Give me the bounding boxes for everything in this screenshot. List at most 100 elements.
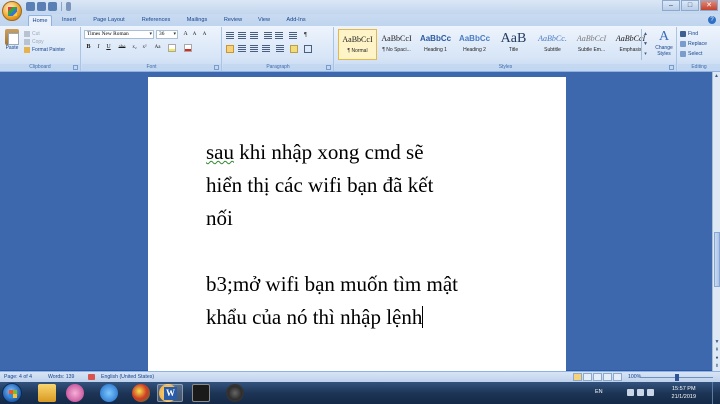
styles-launcher-icon[interactable]	[669, 65, 674, 70]
align-right-icon[interactable]	[250, 45, 258, 53]
undo-icon[interactable]	[37, 2, 46, 11]
font-size-select[interactable]: 36 ▾	[156, 30, 178, 39]
browser-icon[interactable]	[100, 384, 118, 402]
style-title[interactable]: AaB Title	[494, 29, 533, 60]
sort-icon[interactable]	[289, 32, 297, 40]
borders-icon[interactable]	[304, 45, 312, 53]
grow-font-button[interactable]: A	[181, 30, 190, 39]
style-normal[interactable]: AaBbCcI ¶ Normal	[338, 29, 377, 60]
page-count[interactable]: Page: 4 of 4	[4, 374, 32, 380]
document-text[interactable]: sau khi nhập xong cmd sẽ hiển thị các wi…	[206, 136, 526, 334]
format-painter-button[interactable]: Format Painter	[24, 46, 65, 54]
tab-review[interactable]: Review	[219, 15, 247, 26]
word-taskbar-button[interactable]: W	[157, 384, 183, 402]
next-page-icon[interactable]: ⇟	[713, 362, 720, 370]
draft-icon[interactable]	[613, 373, 622, 381]
multilevel-list-icon[interactable]	[250, 32, 258, 40]
previous-page-icon[interactable]: ⇞	[713, 346, 720, 354]
proofing-icon[interactable]	[88, 374, 95, 380]
cut-button[interactable]: Cut	[24, 30, 65, 38]
tray-flag-icon[interactable]	[627, 389, 634, 396]
chrome-icon[interactable]	[132, 384, 150, 402]
clipboard-launcher-icon[interactable]	[73, 65, 78, 70]
select-button[interactable]: Select	[680, 49, 707, 59]
chevron-up-icon[interactable]: ▲	[642, 29, 649, 39]
paste-button[interactable]: Paste	[3, 29, 21, 51]
close-button[interactable]: ✕	[700, 0, 718, 11]
vertical-scrollbar[interactable]: ▲ ▼ ⇞ ● ⇟	[712, 72, 720, 371]
chevron-down-icon[interactable]: ▼	[642, 39, 649, 49]
superscript-button[interactable]: x²	[140, 43, 149, 52]
redo-icon[interactable]	[48, 2, 57, 11]
tab-view[interactable]: View	[253, 15, 275, 26]
copy-button[interactable]: Copy	[24, 38, 65, 46]
paragraph-launcher-icon[interactable]	[326, 65, 331, 70]
font-name-select[interactable]: Times New Roman ▾	[84, 30, 154, 39]
outline-icon[interactable]	[603, 373, 612, 381]
tab-mailings[interactable]: Mailings	[181, 15, 213, 26]
clear-formatting-button[interactable]: A	[200, 30, 209, 39]
show-hide-icon[interactable]: ¶	[301, 31, 310, 40]
language-indicator[interactable]: English (United States)	[101, 374, 154, 380]
start-button[interactable]	[2, 383, 22, 403]
underline-button[interactable]: U	[104, 43, 113, 52]
numbering-icon[interactable]	[238, 32, 246, 40]
bold-button[interactable]: B	[84, 43, 93, 52]
increase-indent-icon[interactable]	[275, 32, 283, 40]
highlight-color-icon[interactable]	[168, 44, 176, 52]
document-page[interactable]: sau khi nhập xong cmd sẽ hiển thị các wi…	[148, 77, 566, 377]
style-heading-1[interactable]: AaBbCc Heading 1	[416, 29, 455, 60]
style-subtle-emphasis[interactable]: AaBbCcI Subtle Em...	[572, 29, 611, 60]
more-styles-icon[interactable]: ▾	[642, 49, 649, 59]
scroll-thumb[interactable]	[714, 232, 720, 287]
align-center-icon[interactable]	[238, 45, 246, 53]
maximize-button[interactable]: □	[681, 0, 699, 11]
align-left-icon[interactable]	[226, 45, 234, 53]
replace-button[interactable]: Replace	[680, 39, 707, 49]
zoom-slider-knob[interactable]	[675, 374, 679, 381]
media-player-icon[interactable]	[66, 384, 84, 402]
zoom-slider[interactable]	[641, 374, 713, 381]
minimize-button[interactable]: –	[662, 0, 680, 11]
word-count[interactable]: Words: 139	[48, 374, 74, 380]
media-reel-icon[interactable]	[226, 384, 244, 402]
decrease-indent-icon[interactable]	[264, 32, 272, 40]
scroll-up-icon[interactable]: ▲	[713, 72, 720, 80]
language-bar[interactable]: EN	[595, 389, 603, 395]
strikethrough-button[interactable]: abe	[116, 43, 128, 52]
shading-icon[interactable]	[290, 45, 298, 53]
command-prompt-icon[interactable]	[192, 384, 210, 402]
tab-insert[interactable]: Insert	[56, 15, 82, 26]
select-browse-object-icon[interactable]: ●	[713, 354, 720, 362]
justify-icon[interactable]	[262, 45, 270, 53]
office-button[interactable]	[2, 1, 22, 21]
tab-home[interactable]: Home	[28, 15, 52, 26]
volume-icon[interactable]	[647, 389, 654, 396]
print-layout-icon[interactable]	[573, 373, 582, 381]
bullets-icon[interactable]	[226, 32, 234, 40]
save-icon[interactable]	[26, 2, 35, 11]
italic-button[interactable]: I	[94, 43, 103, 52]
full-screen-reading-icon[interactable]	[583, 373, 592, 381]
subscript-button[interactable]: x₂	[130, 43, 139, 52]
line-spacing-icon[interactable]	[276, 45, 284, 53]
find-button[interactable]: Find	[680, 29, 707, 39]
customize-qat-icon[interactable]	[66, 2, 71, 11]
shrink-font-button[interactable]: A	[190, 30, 199, 39]
web-layout-icon[interactable]	[593, 373, 602, 381]
tab-add-ins[interactable]: Add-Ins	[281, 15, 311, 26]
style-heading-2[interactable]: AaBbCc Heading 2	[455, 29, 494, 60]
show-desktop-button[interactable]	[712, 382, 720, 404]
zoom-level[interactable]: 100%	[628, 374, 641, 380]
help-icon[interactable]: ?	[708, 16, 716, 24]
change-case-button[interactable]: Aa	[152, 43, 163, 52]
tab-page-layout[interactable]: Page Layout	[88, 15, 130, 26]
scroll-down-icon[interactable]: ▼	[713, 338, 720, 346]
network-icon[interactable]	[637, 389, 644, 396]
tab-references[interactable]: References	[136, 15, 176, 26]
style-no-spacing[interactable]: AaBbCcI ¶ No Spaci...	[377, 29, 416, 60]
font-launcher-icon[interactable]	[214, 65, 219, 70]
file-explorer-icon[interactable]	[38, 384, 56, 402]
clock[interactable]: 15:57 PM 21/1/2019	[672, 385, 696, 401]
font-color-icon[interactable]	[184, 44, 192, 52]
